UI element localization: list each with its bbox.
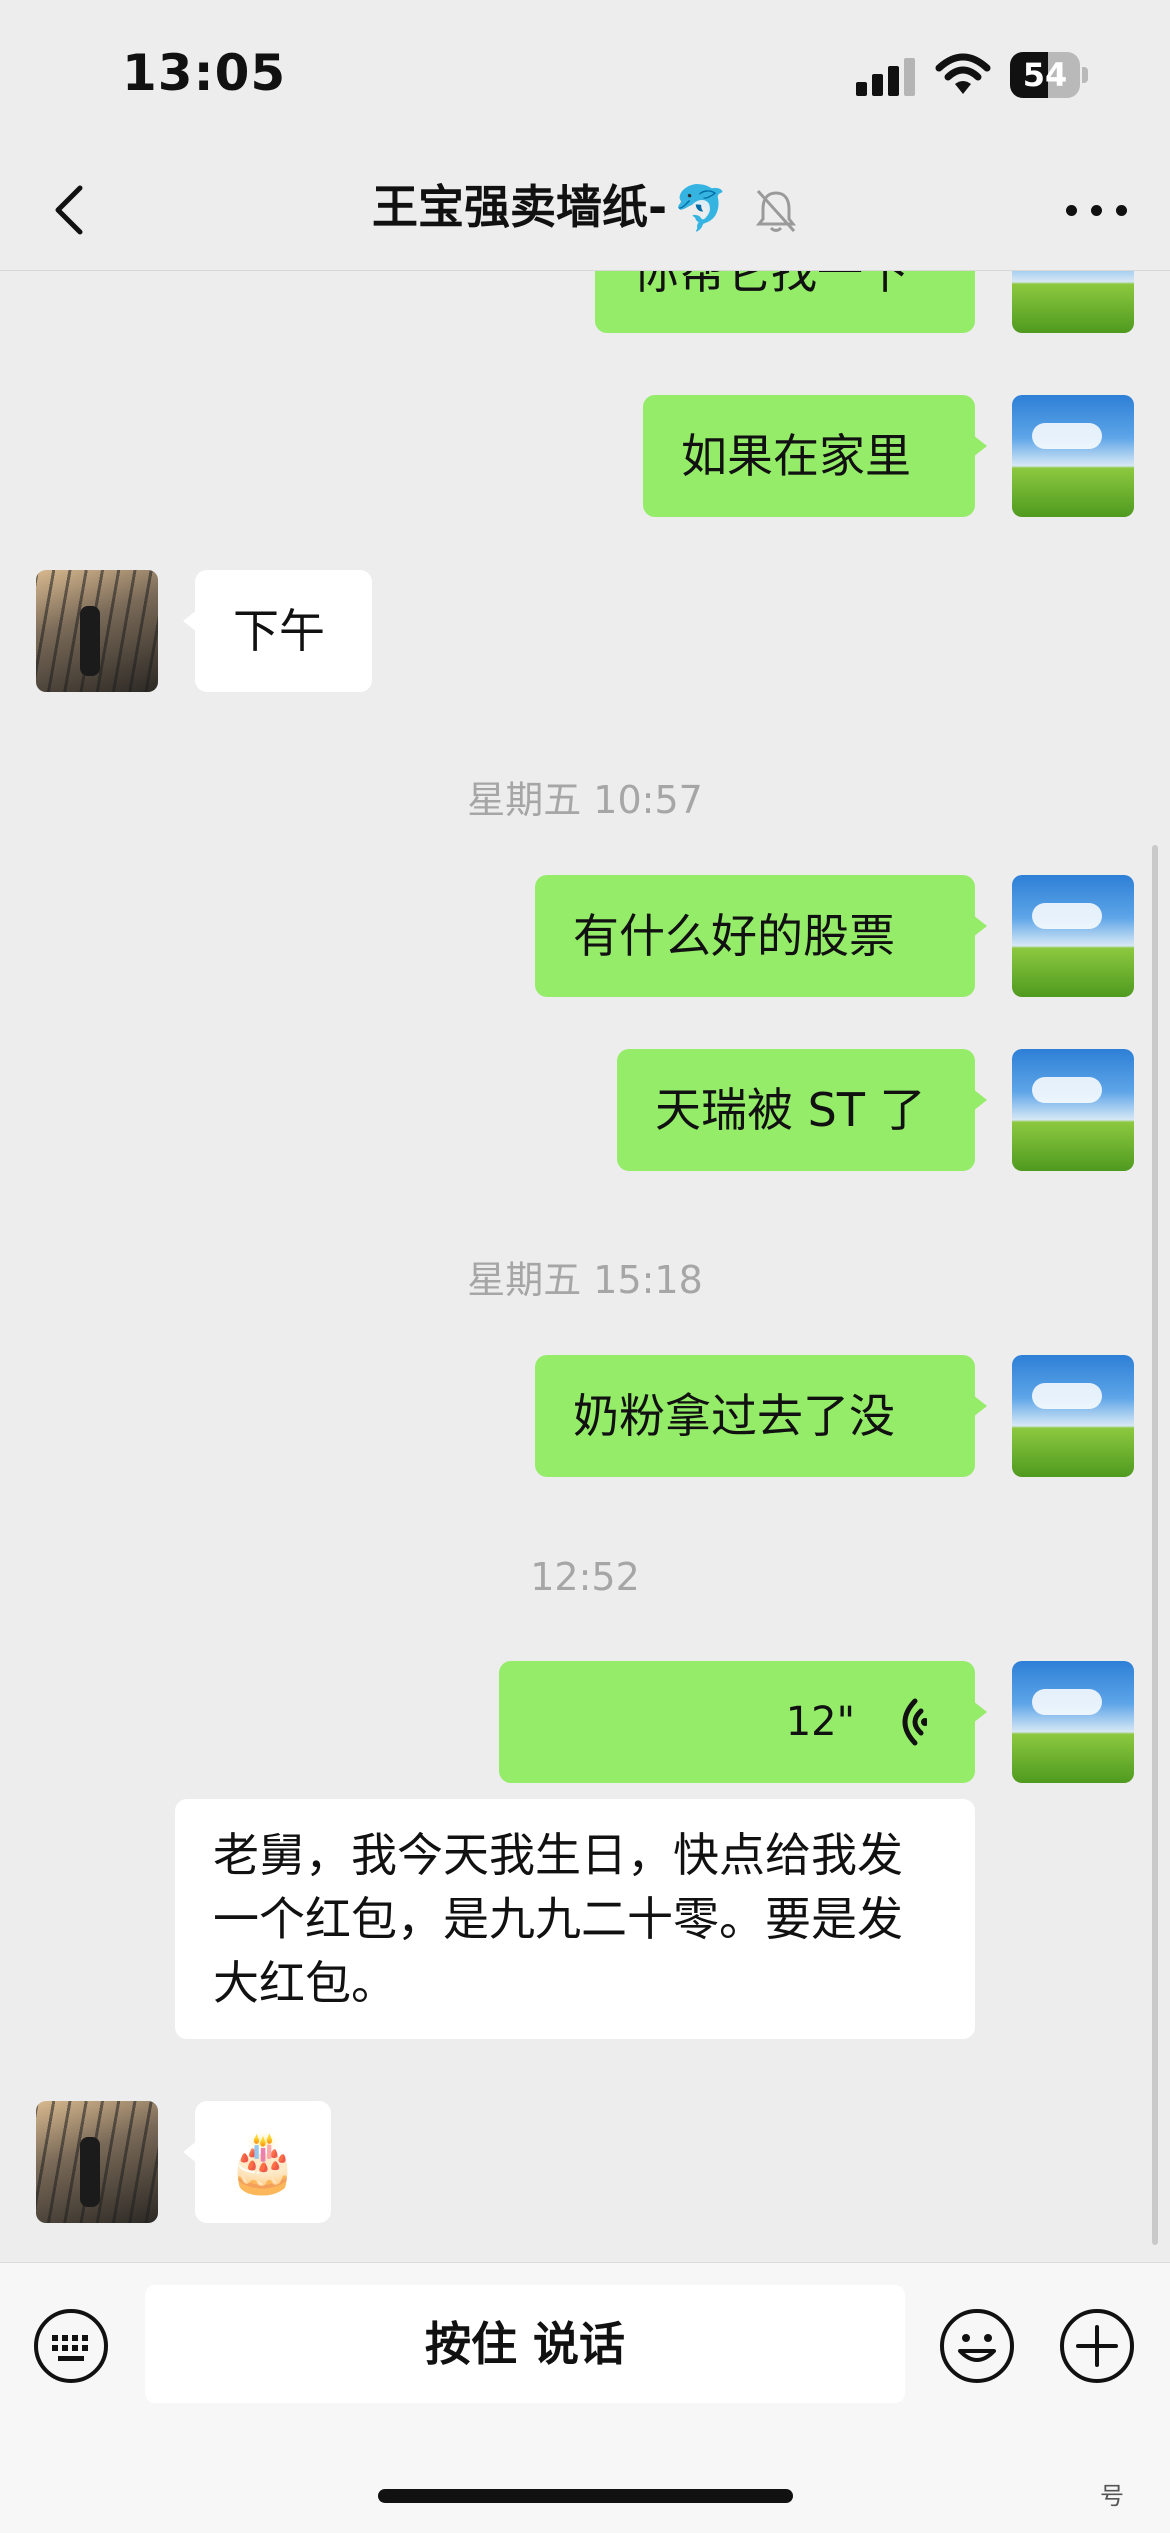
timestamp: 星期五 10:57 — [467, 778, 703, 822]
status-time: 13:05 — [122, 44, 287, 102]
chat-messages[interactable]: 你帮它找一下 如果在家里 下午 星期五 10:57 有什么好的股票 天瑞被 ST… — [0, 271, 1170, 2261]
message-bubble-received[interactable]: 下午 — [183, 570, 372, 692]
my-avatar[interactable] — [1012, 1355, 1134, 1477]
message-bubble-sent[interactable]: 你帮它找一下 — [595, 271, 987, 333]
contact-avatar[interactable] — [36, 2101, 158, 2223]
my-avatar[interactable] — [1012, 1661, 1134, 1783]
voice-duration: 12" — [785, 1699, 855, 1745]
status-bar: 13:05 54 — [0, 0, 1170, 150]
voice-transcript[interactable]: 老舅，我今天我生日，快点给我发一个红包，是九九二十零。要是发大红包。 — [175, 1799, 975, 2039]
keyboard-icon[interactable] — [32, 2307, 110, 2385]
timestamp: 星期五 15:18 — [467, 1258, 703, 1302]
plus-icon[interactable] — [1058, 2307, 1136, 2385]
my-avatar[interactable] — [1012, 271, 1134, 333]
chat-title-text: 王宝强卖墙纸- — [372, 180, 668, 234]
mute-bell-icon — [755, 189, 797, 232]
dolphin-emoji: 🐬 — [673, 183, 728, 234]
more-icon[interactable] — [1066, 200, 1128, 220]
battery-level: 54 — [1022, 56, 1068, 94]
chat-title: 王宝强卖墙纸- 🐬 — [0, 170, 1170, 246]
chat-header: 王宝强卖墙纸- 🐬 — [0, 150, 1170, 271]
message-bubble-sent[interactable]: 天瑞被 ST 了 — [617, 1049, 987, 1171]
message-bubble-sent[interactable]: 如果在家里 — [643, 395, 987, 517]
timestamp: 12:52 — [530, 1555, 640, 1599]
message-bubble-sent[interactable]: 奶粉拿过去了没 — [535, 1355, 987, 1477]
scrollbar[interactable] — [1152, 845, 1158, 2245]
home-indicator[interactable] — [378, 2489, 793, 2503]
contact-avatar[interactable] — [36, 570, 158, 692]
voice-wave-icon — [902, 1698, 927, 1746]
watermark: 号 — [1100, 2482, 1124, 2510]
my-avatar[interactable] — [1012, 1049, 1134, 1171]
my-avatar[interactable] — [1012, 875, 1134, 997]
wifi-icon — [935, 53, 991, 94]
battery-icon: 54 — [1010, 52, 1088, 98]
my-avatar[interactable] — [1012, 395, 1134, 517]
message-bubble-sent[interactable]: 有什么好的股票 — [535, 875, 987, 997]
message-bubble-received[interactable]: 🎂 — [183, 2101, 331, 2223]
emoji-icon[interactable] — [938, 2307, 1016, 2385]
hold-to-talk-button[interactable]: 按住 说话 — [145, 2285, 905, 2403]
signal-icon — [856, 56, 916, 96]
voice-message[interactable]: 12" — [499, 1661, 987, 1783]
